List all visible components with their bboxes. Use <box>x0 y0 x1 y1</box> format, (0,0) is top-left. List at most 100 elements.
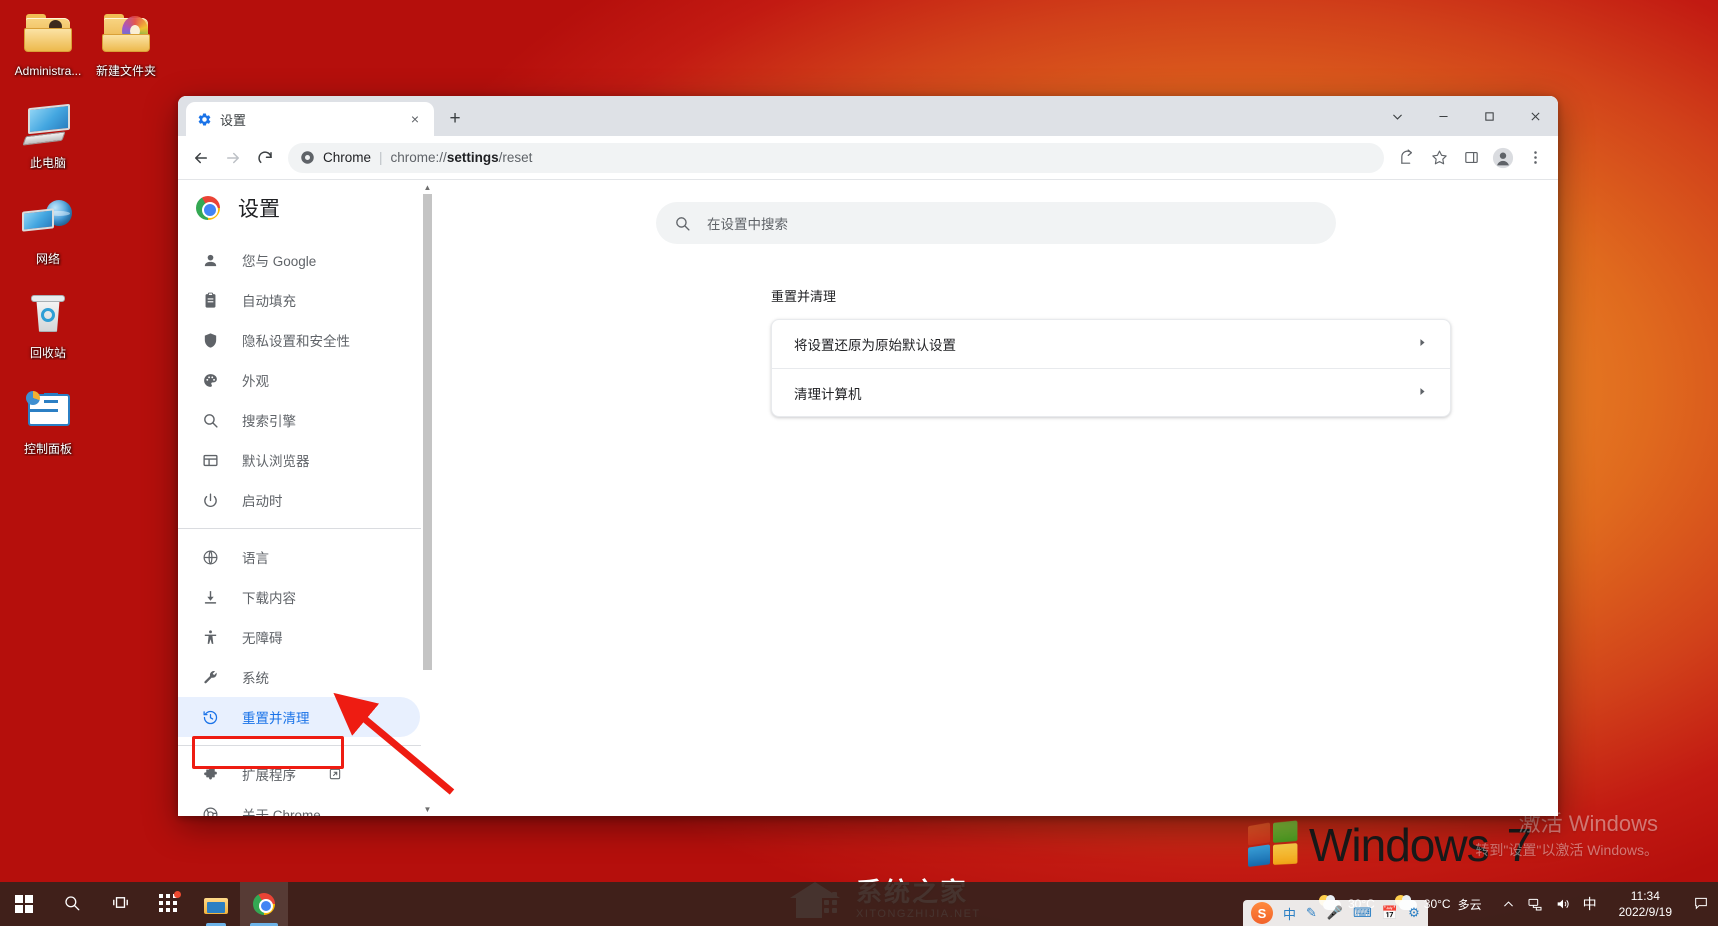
palette-icon <box>200 370 220 390</box>
ime-keyboard-icon[interactable]: ⌨ <box>1353 905 1372 921</box>
scroll-up-arrow-icon[interactable]: ▲ <box>421 180 434 194</box>
three-dot-menu-icon[interactable] <box>1520 143 1550 173</box>
desktop-icon-administrator[interactable]: Administra... <box>6 8 90 78</box>
sidebar-item-appearance[interactable]: 外观 <box>178 360 420 400</box>
new-tab-button[interactable]: + <box>440 104 470 134</box>
power-icon <box>200 490 220 510</box>
sidebar-item-downloads[interactable]: 下载内容 <box>178 577 420 617</box>
close-window-button[interactable] <box>1512 96 1558 136</box>
close-icon[interactable]: × <box>406 110 424 128</box>
sidebar-item-label: 您与 Google <box>242 254 317 269</box>
sidebar-item-default-browser[interactable]: 默认浏览器 <box>178 440 420 480</box>
chrome-icon <box>196 196 220 220</box>
ime-toolbar[interactable]: S 中 ✎ 🎤 ⌨ 📅 ⚙ <box>1243 900 1428 926</box>
ime-handwriting-icon[interactable]: ✎ <box>1306 905 1317 921</box>
taskbar-clock[interactable]: 11:34 2022/9/19 <box>1607 888 1684 920</box>
ime-calendar-icon[interactable]: 📅 <box>1382 905 1398 921</box>
row-label: 清理计算机 <box>794 386 862 402</box>
ime-voice-icon[interactable]: 🎤 <box>1327 905 1343 921</box>
network-icon <box>22 196 74 248</box>
scrollbar-thumb[interactable] <box>423 194 432 670</box>
wrench-icon <box>200 667 220 687</box>
search-icon <box>200 410 220 430</box>
sidebar-item-accessibility[interactable]: 无障碍 <box>178 617 420 657</box>
desktop-icon-label: 控制面板 <box>23 442 72 456</box>
desktop-icon-this-pc[interactable]: 此电脑 <box>6 100 90 170</box>
windows-logo-icon <box>15 895 33 913</box>
start-button[interactable] <box>0 882 48 926</box>
sidebar-item-system[interactable]: 系统 <box>178 657 420 697</box>
taskbar-buttons <box>0 882 288 926</box>
sidebar-item-label: 无障碍 <box>242 631 283 646</box>
sidebar-item-reset-and-cleanup[interactable]: 重置并清理 <box>178 697 420 737</box>
search-button[interactable] <box>48 882 96 926</box>
search-settings-box[interactable]: 在设置中搜索 <box>656 202 1336 244</box>
sidebar-item-autofill[interactable]: 自动填充 <box>178 280 420 320</box>
tab-strip: 设置 × + <box>178 96 1558 136</box>
avatar-icon[interactable] <box>1488 143 1518 173</box>
desktop-icon-recycle-bin[interactable]: 回收站 <box>6 290 90 360</box>
sidebar-item-on-startup[interactable]: 启动时 <box>178 480 420 520</box>
ime-indicator[interactable]: 中 <box>1583 894 1597 914</box>
nav-divider <box>178 528 434 529</box>
sidebar-item-label: 语言 <box>242 551 269 566</box>
globe-icon <box>200 547 220 567</box>
sidebar-item-you-and-google[interactable]: 您与 Google <box>178 240 420 280</box>
side-panel-icon[interactable] <box>1456 143 1486 173</box>
star-icon[interactable] <box>1424 143 1454 173</box>
sidebar-item-search-engine[interactable]: 搜索引擎 <box>178 400 420 440</box>
ime-mode-chinese[interactable]: 中 <box>1283 904 1296 923</box>
scroll-down-arrow-icon[interactable]: ▼ <box>421 802 434 816</box>
reload-button[interactable] <box>250 143 280 173</box>
chrome-icon <box>253 893 275 915</box>
sidebar-item-label: 自动填充 <box>242 294 296 309</box>
widgets-button[interactable] <box>144 882 192 926</box>
network-icon[interactable] <box>1527 896 1543 912</box>
activation-watermark-line2: 转到"设置"以激活 Windows。 <box>1475 841 1658 858</box>
tab-search-button[interactable] <box>1374 96 1420 136</box>
notification-center-button[interactable] <box>1684 882 1718 926</box>
sidebar-item-extensions[interactable]: 扩展程序 <box>178 754 420 794</box>
sidebar-scrollbar[interactable]: ▲ ▼ <box>421 180 434 816</box>
ime-settings-icon[interactable]: ⚙ <box>1408 905 1420 921</box>
search-input-placeholder[interactable]: 在设置中搜索 <box>707 213 788 233</box>
address-bar[interactable]: Chrome | chrome://settings/reset <box>288 142 1384 173</box>
sidebar-item-label: 启动时 <box>242 494 283 509</box>
task-view-icon <box>111 893 130 915</box>
sidebar-item-label: 隐私设置和安全性 <box>242 334 350 349</box>
section-title: 重置并清理 <box>771 289 837 304</box>
chrome-icon <box>200 804 220 816</box>
back-button[interactable] <box>186 143 216 173</box>
desktop-icon-control-panel[interactable]: 控制面板 <box>6 386 90 456</box>
chevron-up-icon[interactable] <box>1502 898 1515 911</box>
settings-card: 将设置还原为原始默认设置 清理计算机 <box>771 319 1451 417</box>
recycle-bin-icon <box>22 290 74 342</box>
browser-tab-settings[interactable]: 设置 × <box>186 102 434 136</box>
desktop-icon-network[interactable]: 网络 <box>6 196 90 266</box>
share-icon[interactable] <box>1392 143 1422 173</box>
volume-icon[interactable] <box>1555 896 1571 912</box>
page-title: 设置 <box>238 198 280 221</box>
sogou-logo-icon[interactable]: S <box>1251 902 1273 924</box>
puzzle-icon <box>200 764 220 784</box>
history-restore-icon <box>200 707 220 727</box>
row-restore-defaults[interactable]: 将设置还原为原始默认设置 <box>772 320 1450 368</box>
notification-icon <box>1693 895 1709 914</box>
row-clean-up-computer[interactable]: 清理计算机 <box>772 368 1450 416</box>
sidebar-item-languages[interactable]: 语言 <box>178 537 420 577</box>
folder-icon <box>100 8 152 60</box>
minimize-button[interactable] <box>1420 96 1466 136</box>
system-tray: 中 <box>1492 894 1607 914</box>
widgets-badge <box>174 891 181 898</box>
download-icon <box>200 587 220 607</box>
desktop-icon-label: 新建文件夹 <box>95 64 156 78</box>
chrome-taskbar-button[interactable] <box>240 882 288 926</box>
forward-button[interactable] <box>218 143 248 173</box>
sidebar-item-about-chrome[interactable]: 关于 Chrome <box>178 794 420 816</box>
desktop-icon-new-folder[interactable]: 新建文件夹 <box>84 8 168 78</box>
sidebar-item-privacy-security[interactable]: 隐私设置和安全性 <box>178 320 420 360</box>
file-explorer-button[interactable] <box>192 882 240 926</box>
gear-icon <box>196 111 212 127</box>
maximize-button[interactable] <box>1466 96 1512 136</box>
task-view-button[interactable] <box>96 882 144 926</box>
